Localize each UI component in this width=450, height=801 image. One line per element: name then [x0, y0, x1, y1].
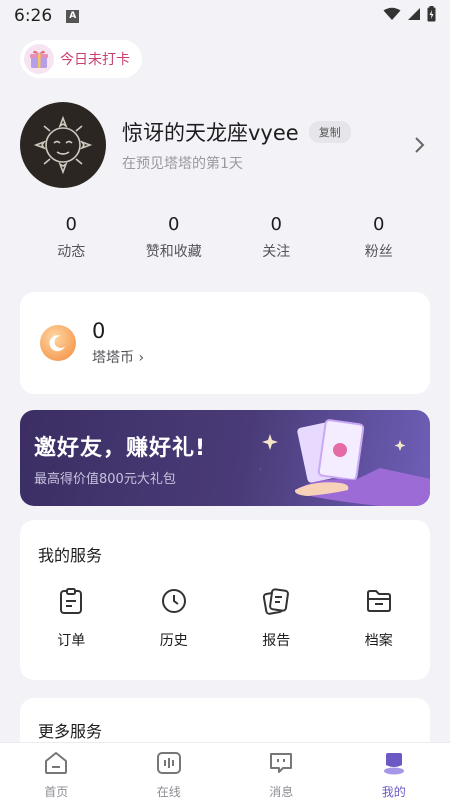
- service-label: 历史: [159, 633, 188, 649]
- stat-posts[interactable]: 0 动态: [20, 214, 123, 261]
- profile-subtitle: 在预见塔塔的第1天: [122, 156, 243, 172]
- stat-followers[interactable]: 0 粉丝: [328, 214, 431, 261]
- service-reports[interactable]: 报告: [225, 586, 328, 650]
- checkin-label: 今日未打卡: [60, 52, 130, 68]
- bottom-tab-bar: 首页 在线 消息 我的: [0, 742, 450, 801]
- tab-label: 消息: [269, 785, 294, 799]
- stats-row: 0 动态 0 赞和收藏 0 关注 0 粉丝: [20, 214, 430, 261]
- profile-header[interactable]: 惊讶的天龙座vyee 复制 在预见塔塔的第1天: [20, 102, 430, 188]
- report-icon: [261, 586, 291, 616]
- invite-banner[interactable]: 邀好友，赚好礼! 最高得价值800元大礼包: [20, 410, 430, 506]
- stat-label: 动态: [57, 244, 86, 260]
- tab-online[interactable]: 在线: [113, 743, 226, 801]
- service-label: 档案: [364, 633, 393, 649]
- status-bar: 6:26 A: [0, 0, 450, 32]
- coin-link[interactable]: 塔塔币 ›: [92, 347, 144, 367]
- home-icon: [43, 751, 69, 779]
- tab-label: 我的: [381, 785, 406, 799]
- banner-subtitle: 最高得价值800元大礼包: [34, 472, 176, 487]
- stat-value: 0: [373, 214, 385, 235]
- coin-balance: 0: [92, 319, 106, 343]
- tab-profile[interactable]: 我的: [338, 743, 450, 801]
- services-row: 订单 历史 报告 档案: [20, 586, 430, 650]
- service-orders[interactable]: 订单: [20, 586, 123, 650]
- stat-label: 赞和收藏: [145, 244, 202, 260]
- notification-a-icon: A: [66, 9, 80, 23]
- gift-icon: [24, 44, 54, 74]
- stat-following[interactable]: 0 关注: [225, 214, 328, 261]
- banner-title: 邀好友，赚好礼!: [34, 436, 207, 461]
- wifi-icon: [383, 6, 401, 26]
- tab-messages[interactable]: 消息: [225, 743, 338, 801]
- message-icon: [268, 751, 294, 779]
- folder-icon: [364, 586, 394, 616]
- username: 惊讶的天龙座vyee: [122, 121, 299, 145]
- more-services-title: 更多服务: [38, 722, 103, 741]
- chevron-right-icon[interactable]: [410, 135, 430, 155]
- services-title: 我的服务: [38, 546, 103, 565]
- checkin-button[interactable]: 今日未打卡: [20, 40, 142, 78]
- profile-icon: [381, 751, 407, 779]
- stat-value: 0: [168, 214, 180, 235]
- tarot-cards-illustration: [260, 419, 430, 506]
- moon-coin-icon: [40, 325, 76, 361]
- avatar[interactable]: [20, 102, 106, 188]
- copy-button[interactable]: 复制: [308, 121, 351, 143]
- tab-label: 在线: [156, 785, 181, 799]
- coin-card[interactable]: 0 塔塔币 ›: [20, 292, 430, 394]
- service-archive[interactable]: 档案: [328, 586, 431, 650]
- service-label: 报告: [262, 633, 291, 649]
- clock-icon: [159, 586, 189, 616]
- stat-likes[interactable]: 0 赞和收藏: [123, 214, 226, 261]
- battery-icon: [427, 5, 436, 27]
- service-label: 订单: [57, 633, 86, 649]
- tab-label: 首页: [44, 785, 69, 799]
- signal-icon: [407, 6, 421, 26]
- my-services-card: 我的服务 订单 历史 报告 档案: [20, 520, 430, 680]
- status-time: 6:26: [14, 6, 53, 26]
- order-icon: [56, 586, 86, 616]
- online-icon: [156, 751, 182, 779]
- service-history[interactable]: 历史: [123, 586, 226, 650]
- stat-label: 粉丝: [364, 244, 393, 260]
- stat-label: 关注: [262, 244, 291, 260]
- stat-value: 0: [65, 214, 77, 235]
- tab-home[interactable]: 首页: [0, 743, 113, 801]
- stat-value: 0: [270, 214, 282, 235]
